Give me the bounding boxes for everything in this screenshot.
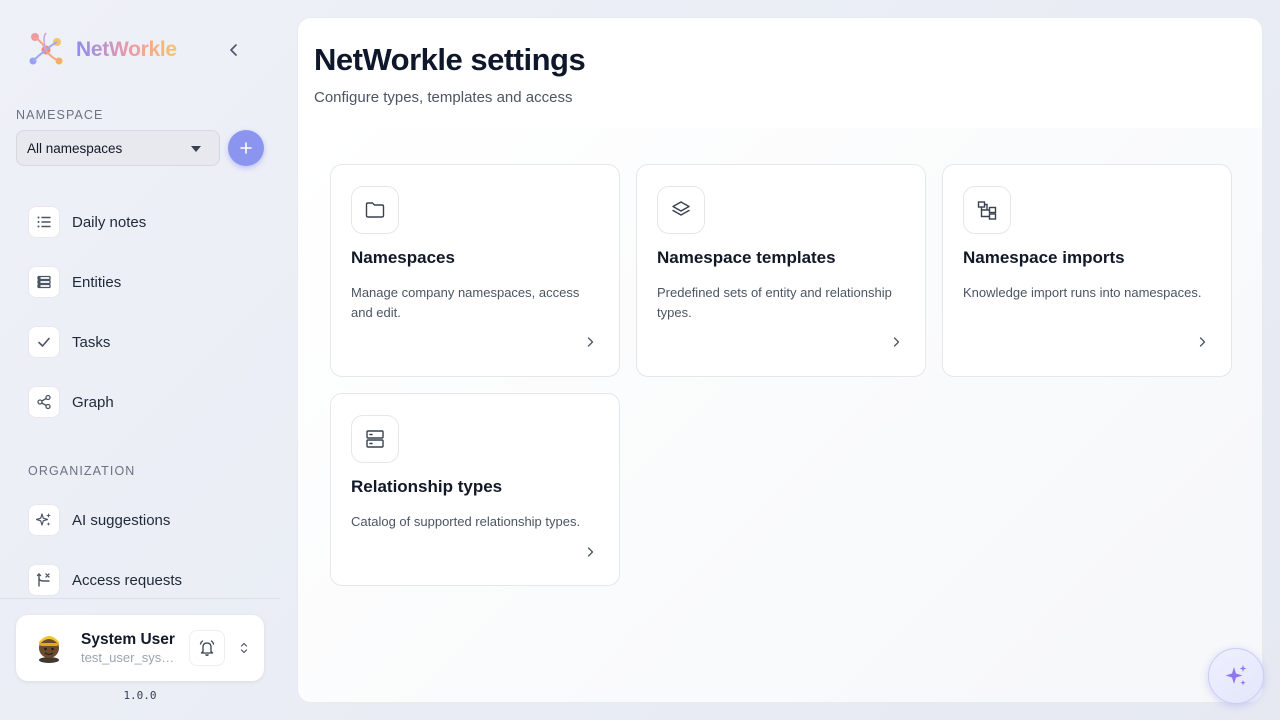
card-description: Catalog of supported relationship types. <box>351 514 581 529</box>
app-version: 1.0.0 <box>123 689 157 702</box>
notifications-button[interactable] <box>189 630 225 666</box>
git-merge-icon <box>28 564 60 596</box>
card-namespaces[interactable]: Namespaces Manage company namespaces, ac… <box>330 164 620 377</box>
nav-label: Daily notes <box>72 213 147 231</box>
card-relationship-types[interactable]: Relationship types Catalog of supported … <box>330 393 620 586</box>
namespace-section-label: NAMESPACE <box>16 108 104 122</box>
hierarchy-icon <box>963 186 1011 234</box>
folder-icon <box>351 186 399 234</box>
plus-icon <box>240 142 252 154</box>
card-namespace-imports[interactable]: Namespace imports Knowledge import runs … <box>942 164 1232 377</box>
nav-label: Tasks <box>72 333 111 351</box>
check-icon <box>28 326 60 358</box>
chevron-right-icon <box>1197 337 1207 347</box>
user-menu-toggle[interactable] <box>236 640 252 656</box>
nav-item-daily-notes[interactable]: Daily notes <box>28 206 146 238</box>
user-name: System User <box>81 631 175 648</box>
chevron-right-icon <box>585 337 595 347</box>
settings-panel: NetWorkle settings Configure types, temp… <box>297 17 1263 703</box>
nav-label: Access requests <box>72 571 183 589</box>
avatar <box>39 636 59 663</box>
card-title: Namespaces <box>351 248 455 267</box>
card-title: Namespace imports <box>963 248 1125 267</box>
namespace-select[interactable]: All namespaces <box>16 130 220 166</box>
database-list-icon <box>28 266 60 298</box>
sidebar-divider <box>0 598 280 599</box>
brand-name: NetWorkle <box>76 38 177 61</box>
brand[interactable]: NetWorkle <box>26 30 177 70</box>
nav-label: Graph <box>72 393 114 411</box>
card-title: Relationship types <box>351 477 503 496</box>
nav-label: AI suggestions <box>72 511 171 529</box>
card-description: Manage company namespaces, access and ed… <box>351 285 580 320</box>
chevrons-up-down-icon <box>240 642 248 654</box>
chevron-left-icon <box>230 44 237 56</box>
nav-item-ai-suggestions[interactable]: AI suggestions <box>28 504 170 536</box>
chevron-right-icon <box>891 337 901 347</box>
page-title: NetWorkle settings <box>314 42 586 77</box>
card-description: Knowledge import runs into namespaces. <box>963 285 1202 300</box>
user-email: test_user_system@networkle.local <box>81 650 176 665</box>
ai-assistant-button[interactable] <box>1208 648 1264 704</box>
layers-icon <box>657 186 705 234</box>
list-icon <box>28 206 60 238</box>
sparkles-icon <box>28 504 60 536</box>
card-description: Predefined sets of entity and relationsh… <box>657 285 892 320</box>
user-card[interactable]: System User test_user_system@networkle.l… <box>16 615 264 681</box>
card-namespace-templates[interactable]: Namespace templates Predefined sets of e… <box>636 164 926 377</box>
nav-item-access-requests[interactable]: Access requests <box>28 564 182 596</box>
server-icon <box>351 415 399 463</box>
add-namespace-button[interactable] <box>228 130 264 166</box>
chevron-right-icon <box>585 547 595 557</box>
sparkles-icon <box>1225 665 1247 686</box>
nav-item-graph[interactable]: Graph <box>28 386 114 418</box>
sidebar: NetWorkle NAMESPACE All namespaces Daily… <box>0 0 280 720</box>
card-title: Namespace templates <box>657 248 836 267</box>
nav-item-tasks[interactable]: Tasks <box>28 326 110 358</box>
share-icon <box>28 386 60 418</box>
collapse-sidebar-button[interactable] <box>222 38 246 62</box>
bell-ring-icon <box>199 640 215 656</box>
page-subtitle: Configure types, templates and access <box>314 89 573 106</box>
nav-label: Entities <box>72 273 122 291</box>
networkle-logo-icon <box>29 32 63 65</box>
caret-down-icon <box>191 146 201 152</box>
namespace-select-value: All namespaces <box>27 140 123 156</box>
organization-section-label: ORGANIZATION <box>28 464 136 478</box>
nav-item-entities[interactable]: Entities <box>28 266 121 298</box>
